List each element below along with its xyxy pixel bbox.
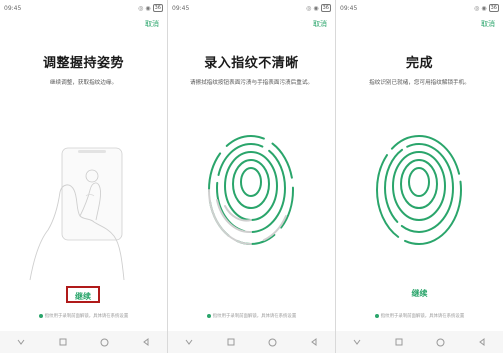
nav-menu-button[interactable] — [14, 335, 28, 349]
status-bar: 09:45 ◎ ◉ 36 — [340, 2, 499, 14]
system-nav-bar — [168, 331, 335, 353]
fingerprint-complete-icon — [376, 135, 462, 245]
screen-complete: 09:45 ◎ ◉ 36 取消 完成 指纹识别已就绪，您可用指纹解锁手机。 继续… — [336, 0, 503, 353]
info-note-text: 指纹用于录制前面解锁，具体请在系统设置 — [212, 314, 297, 319]
info-note-text: 指纹用于录制前面解锁，具体请在系统设置 — [380, 314, 465, 319]
alarm-icon: ◎ — [138, 4, 144, 12]
continue-button[interactable]: 继续 — [336, 288, 503, 299]
status-time: 09:45 — [172, 4, 190, 12]
status-bar: 09:45 ◎ ◉ 36 — [172, 2, 331, 14]
nav-home-button[interactable] — [97, 335, 111, 349]
nav-recent-button[interactable] — [56, 335, 70, 349]
info-note: 指纹用于录制前面解锁，具体请在系统设置 — [336, 313, 503, 319]
wifi-icon: ◉ — [481, 4, 487, 12]
phone-speaker — [78, 150, 106, 153]
triangle-back-icon — [143, 338, 149, 346]
chevron-down-icon — [185, 339, 193, 345]
screen-adjust-grip: 09:45 ◎ ◉ 36 取消 调整握持姿势 继续调整，获取指纹边缘。 继续 指… — [0, 0, 167, 353]
status-bar: 09:45 ◎ ◉ 36 — [4, 2, 163, 14]
nav-recent-button[interactable] — [224, 335, 238, 349]
alarm-icon: ◎ — [474, 4, 480, 12]
triangle-back-icon — [479, 338, 485, 346]
fingerprint-partial-icon — [208, 135, 294, 245]
nav-back-button[interactable] — [307, 335, 321, 349]
chevron-down-icon — [17, 339, 25, 345]
page-subtitle: 请擦拭指纹按钮表面污渍与手指表面污渍后重试。 — [189, 80, 314, 86]
square-icon — [227, 338, 235, 346]
nav-home-button[interactable] — [433, 335, 447, 349]
wifi-icon: ◉ — [313, 4, 319, 12]
nav-recent-button[interactable] — [392, 335, 406, 349]
nav-menu-button[interactable] — [182, 335, 196, 349]
info-note-text: 指纹用于录制前面解锁，具体请在系统设置 — [44, 314, 129, 319]
info-dot-icon — [206, 313, 211, 318]
screens-row: 09:45 ◎ ◉ 36 取消 调整握持姿势 继续调整，获取指纹边缘。 继续 指… — [0, 0, 503, 353]
alarm-icon: ◎ — [306, 4, 312, 12]
phone-grip-illustration — [29, 147, 125, 281]
battery-icon: 36 — [320, 4, 331, 12]
continue-button[interactable]: 继续 — [66, 286, 100, 303]
page-title: 录入指纹不清晰 — [204, 56, 299, 71]
page-subtitle: 继续调整，获取指纹边缘。 — [49, 80, 118, 86]
system-nav-bar — [336, 331, 503, 353]
cancel-button[interactable]: 取消 — [481, 19, 495, 29]
battery-icon: 36 — [152, 4, 163, 12]
chevron-down-icon — [353, 339, 361, 345]
info-dot-icon — [374, 313, 379, 318]
circle-icon — [436, 338, 445, 346]
system-nav-bar — [0, 331, 167, 353]
circle-icon — [100, 338, 109, 346]
info-note: 指纹用于录制前面解锁，具体请在系统设置 — [168, 313, 335, 319]
nav-back-button[interactable] — [139, 335, 153, 349]
square-icon — [59, 338, 67, 346]
nav-back-button[interactable] — [475, 335, 489, 349]
page-subtitle: 指纹识别已就绪，您可用指纹解锁手机。 — [369, 80, 470, 86]
cancel-button[interactable]: 取消 — [145, 19, 159, 29]
triangle-back-icon — [311, 338, 317, 346]
circle-icon — [268, 338, 277, 346]
nav-home-button[interactable] — [265, 335, 279, 349]
info-dot-icon — [38, 313, 43, 318]
page-title: 完成 — [405, 56, 433, 71]
info-note: 指纹用于录制前面解锁，具体请在系统设置 — [0, 313, 167, 319]
screen-fingerprint-unclear: 09:45 ◎ ◉ 36 取消 录入指纹不清晰 请擦拭指纹按钮表面污渍与手指表面… — [168, 0, 335, 353]
battery-icon: 36 — [488, 4, 499, 12]
cancel-button[interactable]: 取消 — [313, 19, 327, 29]
status-time: 09:45 — [4, 4, 22, 12]
phone-outline — [61, 147, 123, 241]
page-title: 调整握持姿势 — [42, 56, 124, 71]
square-icon — [395, 338, 403, 346]
wifi-icon: ◉ — [145, 4, 151, 12]
status-time: 09:45 — [340, 4, 358, 12]
nav-menu-button[interactable] — [350, 335, 364, 349]
